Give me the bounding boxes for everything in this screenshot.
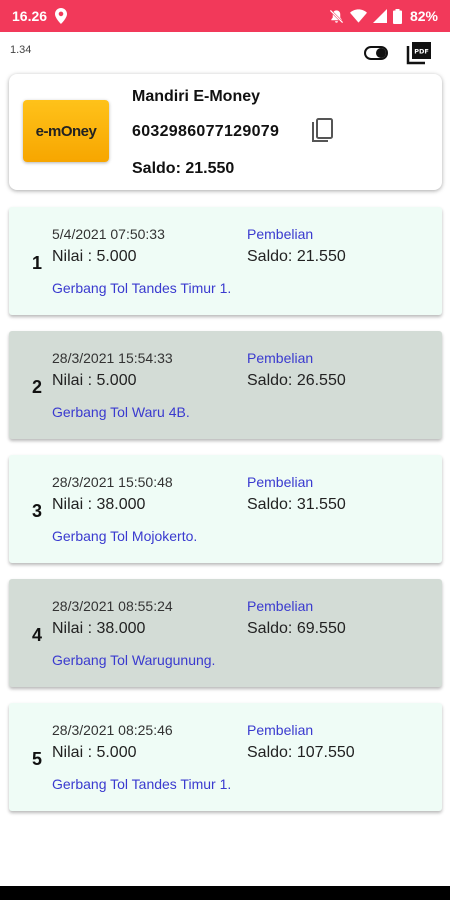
row-index: 4 xyxy=(32,625,43,645)
transaction-row[interactable]: 1 5/4/2021 07:50:33 Pembelian Nilai : 5.… xyxy=(9,207,442,315)
mute-icon xyxy=(329,9,344,23)
row-date: 28/3/2021 08:55:24 xyxy=(52,598,173,614)
location-icon xyxy=(55,8,68,24)
battery-icon xyxy=(392,8,402,24)
row-gate: Gerbang Tol Tandes Timur 1. xyxy=(52,280,232,296)
row-balance: Saldo: 21.550 xyxy=(247,248,346,265)
row-index: 3 xyxy=(32,501,43,521)
card-balance: Saldo: 21.550 xyxy=(132,160,235,177)
row-amount: Nilai : 5.000 xyxy=(52,248,137,265)
row-amount: Nilai : 5.000 xyxy=(52,372,137,389)
toggle-icon[interactable] xyxy=(364,46,388,60)
app-bar: 1.34 PDF xyxy=(0,32,450,72)
row-date: 28/3/2021 08:25:46 xyxy=(52,722,173,738)
transaction-row[interactable]: 3 28/3/2021 15:50:48 Pembelian Nilai : 3… xyxy=(9,455,442,563)
card-name: Mandiri E-Money xyxy=(132,88,261,105)
transaction-row[interactable]: 2 28/3/2021 15:54:33 Pembelian Nilai : 5… xyxy=(9,331,442,439)
battery-percent: 82% xyxy=(409,8,438,24)
row-gate: Gerbang Tol Mojokerto. xyxy=(52,528,198,544)
row-type: Pembelian xyxy=(247,598,314,614)
row-balance: Saldo: 107.550 xyxy=(247,744,355,761)
row-amount: Nilai : 5.000 xyxy=(52,744,137,761)
row-gate: Gerbang Tol Warugunung. xyxy=(52,652,216,668)
row-type: Pembelian xyxy=(247,226,314,242)
row-index: 5 xyxy=(32,749,43,769)
wifi-icon xyxy=(349,9,367,23)
row-type: Pembelian xyxy=(247,722,314,738)
row-index: 2 xyxy=(32,377,43,397)
emoney-logo: e-mOney xyxy=(23,100,109,162)
row-balance: Saldo: 26.550 xyxy=(247,372,346,389)
row-balance: Saldo: 69.550 xyxy=(247,620,346,637)
status-time: 16.26 xyxy=(12,8,48,24)
card-number: 6032986077129079 xyxy=(132,123,280,140)
row-amount: Nilai : 38.000 xyxy=(52,496,146,513)
row-type: Pembelian xyxy=(247,474,314,490)
row-amount: Nilai : 38.000 xyxy=(52,620,146,637)
transaction-row[interactable]: 5 28/3/2021 08:25:46 Pembelian Nilai : 5… xyxy=(9,703,442,811)
svg-text:PDF: PDF xyxy=(414,48,429,56)
copy-icon[interactable] xyxy=(310,118,334,144)
row-gate: Gerbang Tol Tandes Timur 1. xyxy=(52,776,232,792)
row-date: 5/4/2021 07:50:33 xyxy=(52,226,165,242)
transaction-row[interactable]: 4 28/3/2021 08:55:24 Pembelian Nilai : 3… xyxy=(9,579,442,687)
row-type: Pembelian xyxy=(247,350,314,366)
app-version: 1.34 xyxy=(10,44,32,56)
row-index: 1 xyxy=(32,253,43,273)
logo-text: e-mOney xyxy=(35,122,97,140)
row-date: 28/3/2021 15:54:33 xyxy=(52,350,173,366)
status-bar: 16.26 82% xyxy=(0,0,450,32)
card-info: e-mOney Mandiri E-Money 6032986077129079… xyxy=(9,74,442,190)
row-gate: Gerbang Tol Waru 4B. xyxy=(52,404,190,420)
signal-icon xyxy=(372,9,387,23)
navigation-bar xyxy=(0,886,450,900)
row-date: 28/3/2021 15:50:48 xyxy=(52,474,173,490)
row-balance: Saldo: 31.550 xyxy=(247,496,346,513)
pdf-icon[interactable]: PDF xyxy=(406,41,432,65)
